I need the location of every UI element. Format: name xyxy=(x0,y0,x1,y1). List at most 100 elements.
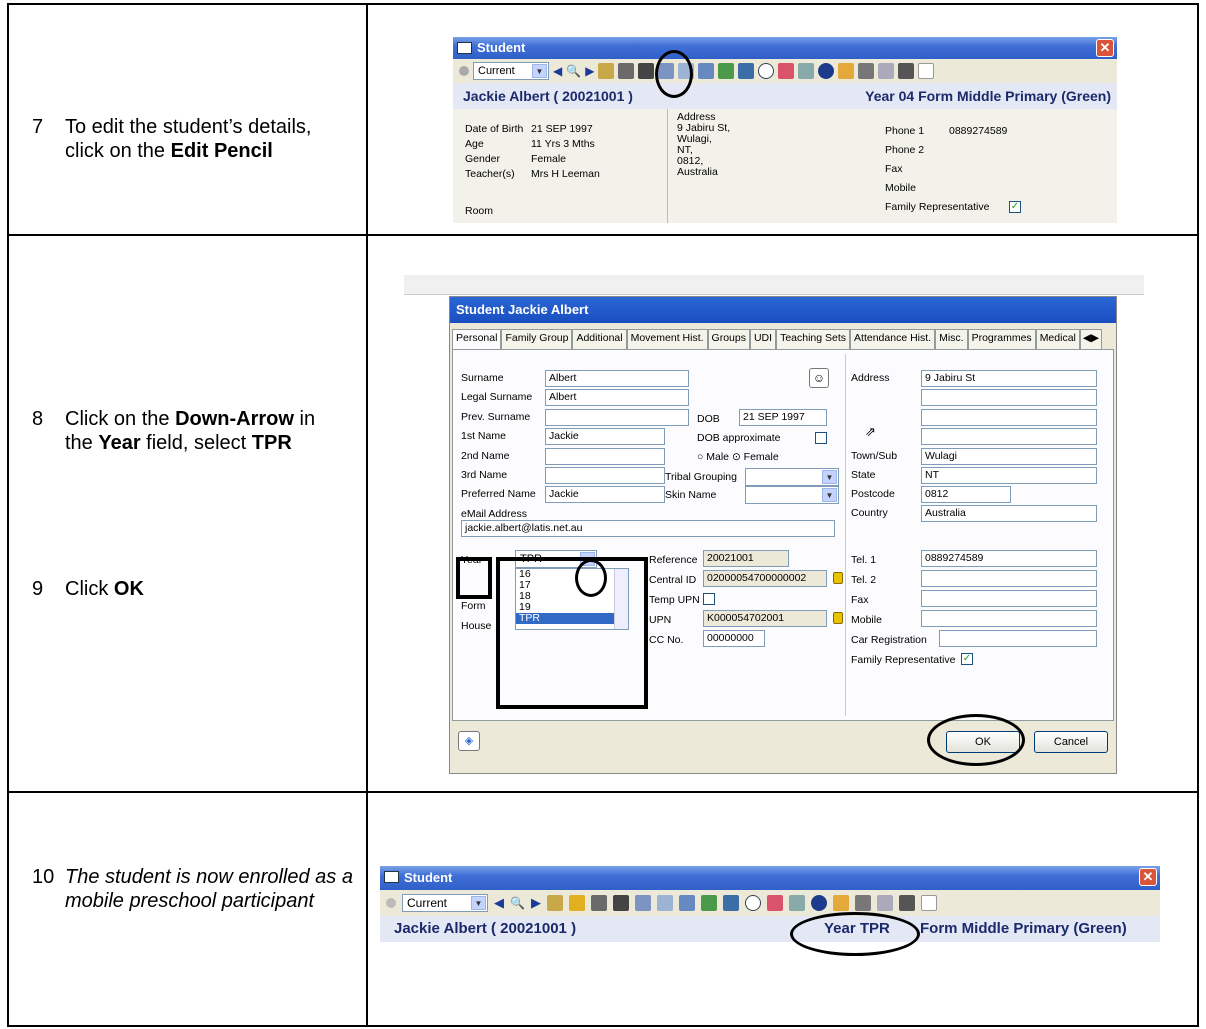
tab-misc[interactable]: Misc. xyxy=(935,329,968,349)
address-line3-field[interactable] xyxy=(921,409,1097,426)
calendar-icon[interactable] xyxy=(778,63,795,79)
preferred-name-field[interactable]: Jackie xyxy=(545,486,665,503)
second-name-field[interactable] xyxy=(545,448,665,465)
tab-attendance-hist[interactable]: Attendance Hist. xyxy=(850,329,936,349)
cc-no-field[interactable]: 00000000 xyxy=(703,630,765,647)
info-icon[interactable] xyxy=(818,63,835,79)
print-icon[interactable] xyxy=(612,895,629,911)
family-rep-checkbox[interactable]: ✓ xyxy=(1009,201,1021,213)
notes-icon[interactable] xyxy=(858,63,875,79)
report-icon[interactable] xyxy=(798,63,815,79)
binoculars-icon[interactable]: 🔍 xyxy=(510,896,525,910)
edit-pencil-icon[interactable] xyxy=(598,63,615,79)
spell-icon[interactable] xyxy=(878,63,895,79)
address-line1-field[interactable]: 9 Jabiru St xyxy=(921,370,1097,387)
cancel-button[interactable]: Cancel xyxy=(1034,731,1108,753)
prev-arrow-icon[interactable]: ◀ xyxy=(553,64,562,78)
central-id-field: 02000054700000002 xyxy=(703,570,827,587)
third-name-field[interactable] xyxy=(545,467,665,484)
prev-surname-field[interactable] xyxy=(545,409,689,426)
fax-field[interactable] xyxy=(921,590,1097,607)
step-number: 8 xyxy=(32,408,44,430)
surname-field[interactable]: Albert xyxy=(545,370,689,387)
tab-udi[interactable]: UDI xyxy=(749,329,777,349)
first-name-field[interactable]: Jackie xyxy=(545,428,665,445)
clock-icon[interactable] xyxy=(744,895,761,911)
blank-icon[interactable] xyxy=(920,895,937,911)
age-label: Age xyxy=(465,138,484,150)
row-divider xyxy=(9,791,1197,793)
next-arrow-icon[interactable]: ▶ xyxy=(585,64,594,78)
tree-icon[interactable] xyxy=(722,895,739,911)
next-arrow-icon[interactable]: ▶ xyxy=(531,895,541,911)
dob-approx-checkbox[interactable] xyxy=(815,432,827,444)
postcode-field[interactable]: 0812 xyxy=(921,486,1011,503)
family-icon[interactable] xyxy=(700,895,717,911)
tel2-field[interactable] xyxy=(921,570,1097,587)
prev-arrow-icon[interactable]: ◀ xyxy=(494,895,504,911)
tab-programmes[interactable]: Programmes xyxy=(967,329,1036,349)
tree-icon[interactable] xyxy=(738,63,755,79)
photo-icon[interactable]: ☺ xyxy=(809,368,829,388)
notes-icon[interactable] xyxy=(854,895,871,911)
calendar-icon[interactable] xyxy=(766,895,783,911)
phone1-value: 0889274589 xyxy=(949,125,1008,137)
stack-icon[interactable] xyxy=(898,63,915,79)
email-field[interactable]: jackie.albert@latis.net.au xyxy=(461,520,835,537)
print-icon[interactable] xyxy=(638,63,655,79)
group-icon[interactable] xyxy=(678,895,695,911)
highlight-circle-year-tpr xyxy=(790,912,920,956)
tab-additional[interactable]: Additional xyxy=(572,329,627,349)
blank-icon[interactable] xyxy=(918,63,935,79)
tab-groups[interactable]: Groups xyxy=(707,329,750,349)
info-icon[interactable] xyxy=(810,895,827,911)
gender-radios[interactable]: ○ Male ⊙ Female xyxy=(697,451,779,463)
tab-medical[interactable]: Medical xyxy=(1035,329,1080,349)
tel1-field[interactable]: 0889274589 xyxy=(921,550,1097,567)
fax-label: Fax xyxy=(851,594,869,606)
dob-value: 21 SEP 1997 xyxy=(531,123,593,135)
spell-icon[interactable] xyxy=(876,895,893,911)
close-button[interactable]: ✕ xyxy=(1096,39,1114,57)
mobile-field[interactable] xyxy=(921,610,1097,627)
row-divider xyxy=(9,234,1197,236)
medical-icon[interactable] xyxy=(838,63,855,79)
door-icon[interactable] xyxy=(618,63,635,79)
filter-dropdown[interactable]: Current ▼ xyxy=(402,894,488,912)
skin-dropdown[interactable]: ▼ xyxy=(745,486,839,504)
stack-icon[interactable] xyxy=(898,895,915,911)
legal-surname-field[interactable]: Albert xyxy=(545,389,689,406)
state-field[interactable]: NT xyxy=(921,467,1097,484)
car-reg-field[interactable] xyxy=(939,630,1097,647)
address-line2-field[interactable] xyxy=(921,389,1097,406)
pencil-icon[interactable] xyxy=(568,895,585,911)
medical-icon[interactable] xyxy=(832,895,849,911)
town-field[interactable]: Wulagi xyxy=(921,448,1097,465)
family-icon[interactable] xyxy=(718,63,735,79)
door-icon[interactable] xyxy=(590,895,607,911)
family-rep-checkbox[interactable]: ✓ xyxy=(961,653,973,665)
report-icon[interactable] xyxy=(788,895,805,911)
country-field[interactable]: Australia xyxy=(921,505,1097,522)
notes-icon[interactable]: ◈ xyxy=(458,731,480,751)
temp-upn-checkbox[interactable] xyxy=(703,593,715,605)
filter-dropdown[interactable]: Current ▼ xyxy=(473,62,549,80)
tab-scroll-arrows[interactable]: ◀▶ xyxy=(1079,329,1103,349)
group-icon[interactable] xyxy=(698,63,715,79)
eraser-icon[interactable] xyxy=(634,895,651,911)
clock-icon[interactable] xyxy=(758,63,775,79)
address-line4-field[interactable] xyxy=(921,428,1097,445)
tribal-dropdown[interactable]: ▼ xyxy=(745,468,839,486)
close-button[interactable]: ✕ xyxy=(1139,868,1157,886)
tab-movement-hist[interactable]: Movement Hist. xyxy=(626,329,708,349)
dob-field[interactable]: 21 SEP 1997 xyxy=(739,409,827,426)
tab-teaching-sets[interactable]: Teaching Sets xyxy=(776,329,851,349)
card-icon[interactable] xyxy=(656,895,673,911)
address-lookup-icon[interactable]: ⇗ xyxy=(865,424,876,440)
tab-family-group[interactable]: Family Group xyxy=(501,329,573,349)
dob-approx-label: DOB approximate xyxy=(697,432,781,444)
tab-personal[interactable]: Personal xyxy=(452,329,502,349)
edit-pencil-icon[interactable] xyxy=(546,895,563,911)
binoculars-icon[interactable]: 🔍 xyxy=(566,64,581,78)
second-name-label: 2nd Name xyxy=(461,450,510,462)
